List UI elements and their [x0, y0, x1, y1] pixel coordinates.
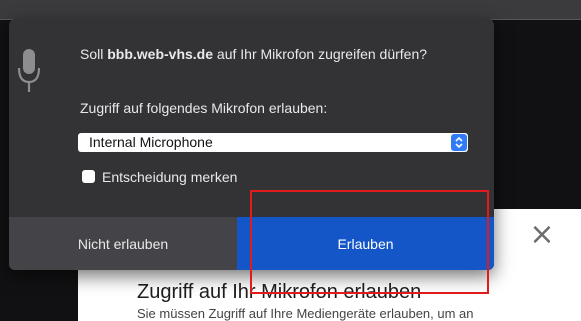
close-icon[interactable]: × [522, 218, 562, 252]
remember-decision-checkbox[interactable] [82, 170, 95, 183]
browser-top-bar [0, 0, 581, 20]
background-dialog-text: Sie müssen Zugriff auf Ihre Mediengeräte… [137, 306, 474, 321]
site-domain: bbb.web-vhs.de [107, 46, 214, 62]
microphone-icon [17, 49, 41, 93]
permission-question: Soll bbb.web-vhs.de auf Ihr Mikrofon zug… [80, 46, 460, 63]
allow-button[interactable]: Erlauben [237, 217, 494, 270]
question-prefix: Soll [80, 46, 108, 62]
deny-button[interactable]: Nicht erlauben [9, 217, 237, 270]
remember-decision-label: Entscheidung merken [102, 169, 238, 185]
chevron-updown-icon [451, 134, 467, 151]
question-suffix: auf Ihr Mikrofon zugreifen dürfen? [213, 46, 428, 62]
microphone-select[interactable]: Internal Microphone [78, 133, 468, 152]
microphone-select-label: Zugriff auf folgendes Mikrofon erlauben: [80, 100, 328, 116]
microphone-select-value: Internal Microphone [89, 134, 213, 150]
background-dialog-title: Zugriff auf Ihr Mikrofon erlauben [137, 281, 422, 303]
microphone-permission-popup: Soll bbb.web-vhs.de auf Ihr Mikrofon zug… [9, 19, 494, 270]
